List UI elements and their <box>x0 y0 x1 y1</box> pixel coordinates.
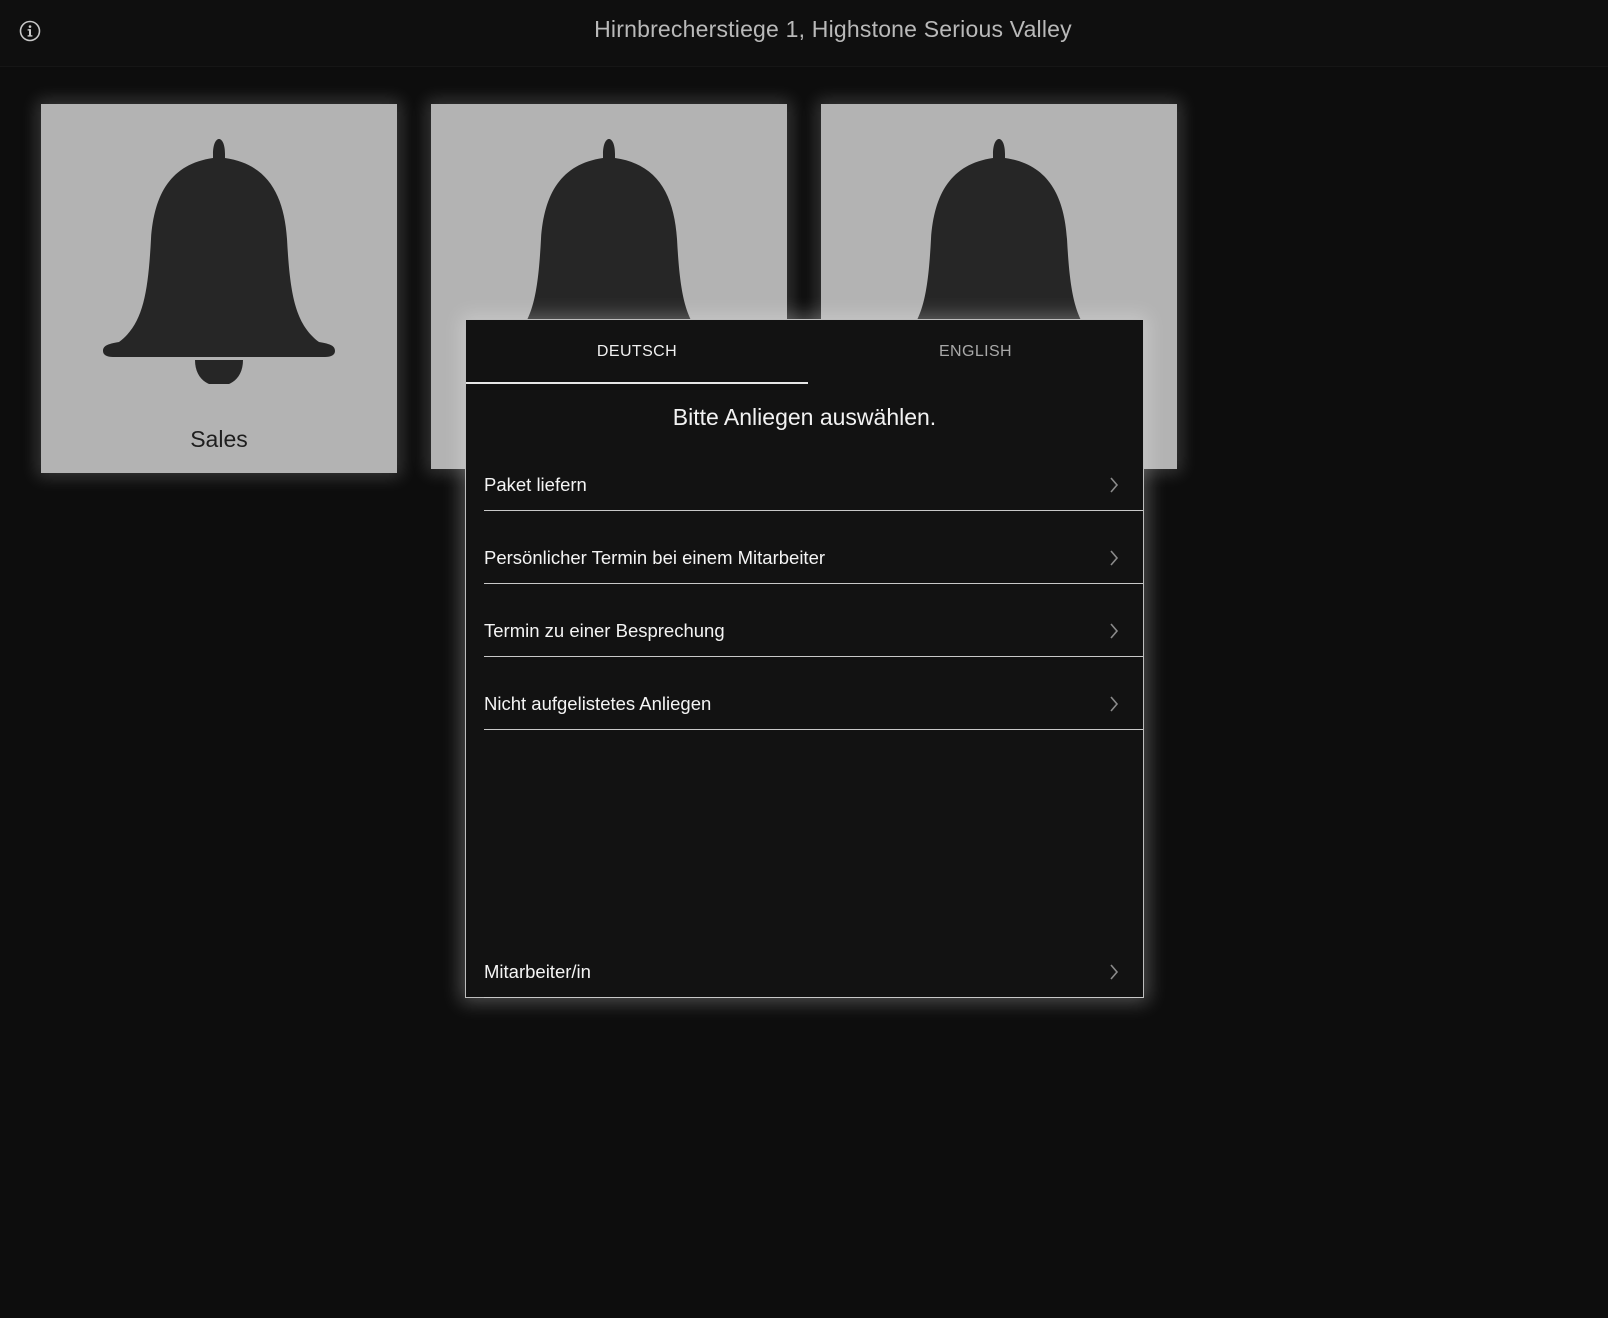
tab-deutsch[interactable]: DEUTSCH <box>466 320 808 384</box>
language-tabs: DEUTSCH ENGLISH <box>466 320 1143 384</box>
option-termin-besprechung[interactable]: Termin zu einer Besprechung <box>484 596 1143 657</box>
option-label: Nicht aufgelistetes Anliegen <box>484 693 712 714</box>
option-label: Persönlicher Termin bei einem Mitarbeite… <box>484 547 826 568</box>
option-label: Paket liefern <box>484 474 587 495</box>
bell-icon <box>103 139 335 384</box>
concern-selection-dialog: DEUTSCH ENGLISH Bitte Anliegen auswählen… <box>465 319 1144 998</box>
option-nicht-aufgelistet[interactable]: Nicht aufgelistetes Anliegen <box>484 669 1143 730</box>
bell-tile-sales[interactable]: Sales <box>41 104 397 473</box>
option-paket-liefern[interactable]: Paket liefern <box>484 450 1143 511</box>
chevron-right-icon <box>1110 477 1119 493</box>
header-bar: Hirnbrecherstiege 1, Highstone Serious V… <box>0 0 1608 67</box>
option-mitarbeiter[interactable]: Mitarbeiter/in <box>484 939 1143 998</box>
chevron-right-icon <box>1110 623 1119 639</box>
chevron-right-icon <box>1110 964 1119 980</box>
page-title-address: Hirnbrecherstiege 1, Highstone Serious V… <box>594 16 1072 42</box>
option-label: Mitarbeiter/in <box>484 961 591 982</box>
tile-label: Sales <box>190 426 248 452</box>
chevron-right-icon <box>1110 550 1119 566</box>
dialog-prompt: Bitte Anliegen auswählen. <box>672 404 937 430</box>
tab-english[interactable]: ENGLISH <box>808 320 1143 384</box>
active-tab-indicator <box>466 382 808 384</box>
doorbell-page: Hirnbrecherstiege 1, Highstone Serious V… <box>0 0 1608 1318</box>
option-persoenlicher-termin[interactable]: Persönlicher Termin bei einem Mitarbeite… <box>484 523 1143 584</box>
chevron-right-icon <box>1110 696 1119 712</box>
option-label: Termin zu einer Besprechung <box>484 620 725 641</box>
